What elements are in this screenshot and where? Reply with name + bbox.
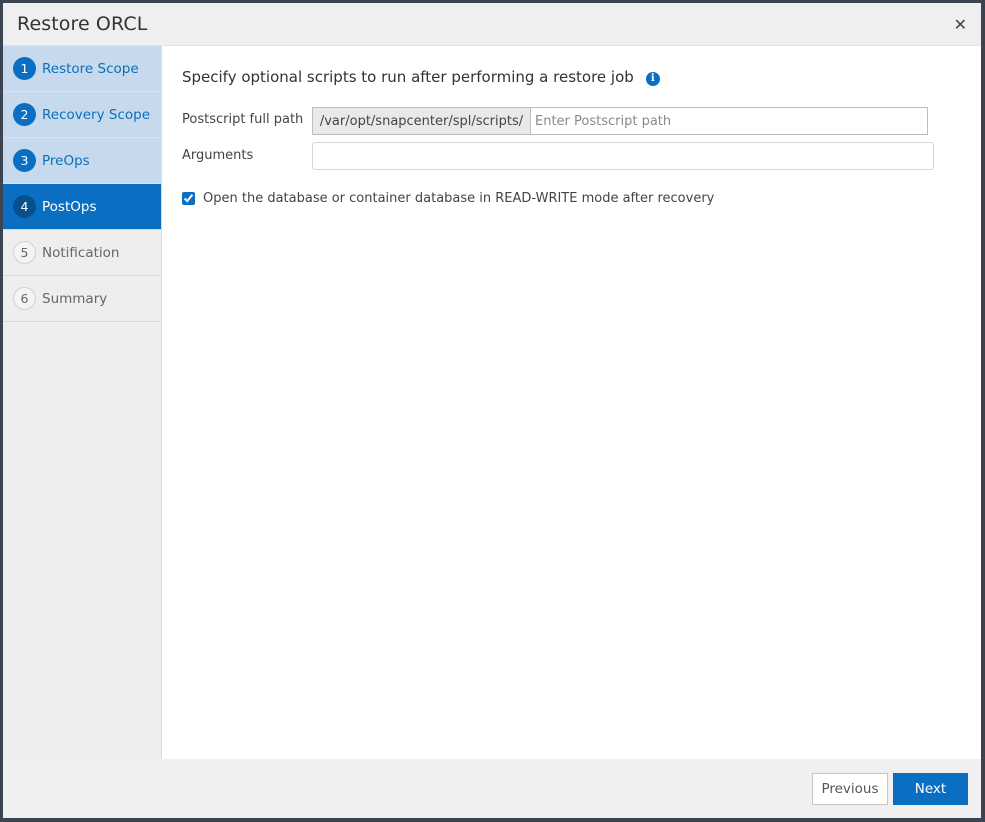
arguments-label: Arguments [182,148,254,163]
step-number-badge: 6 [13,287,36,310]
dialog-footer: Previous Next [3,759,981,818]
wizard-steps: 1 Restore Scope 2 Recovery Scope 3 PreOp… [3,46,162,759]
step-label: PostOps [42,198,97,215]
postscript-path-input[interactable] [530,107,928,135]
section-heading: Specify optional scripts to run after pe… [182,68,660,86]
step-recovery-scope[interactable]: 2 Recovery Scope [3,92,161,138]
readwrite-checkbox[interactable] [182,192,195,205]
step-summary: 6 Summary [3,276,161,322]
step-postops[interactable]: 4 PostOps [3,184,161,230]
step-label: PreOps [42,152,90,169]
step-preops[interactable]: 3 PreOps [3,138,161,184]
dialog-titlebar: Restore ORCL ✕ [3,3,981,46]
next-button[interactable]: Next [893,773,968,805]
dialog-title: Restore ORCL [17,13,148,35]
previous-button[interactable]: Previous [812,773,888,805]
postscript-path-prefix: /var/opt/snapcenter/spl/scripts/ [312,107,531,135]
close-icon[interactable]: ✕ [954,15,967,34]
step-number-badge: 5 [13,241,36,264]
step-label: Notification [42,244,120,261]
info-icon[interactable]: i [645,71,660,86]
postscript-label: Postscript full path [182,112,304,127]
arguments-input[interactable] [312,142,934,170]
step-label: Restore Scope [42,60,139,77]
section-heading-text: Specify optional scripts to run after pe… [182,68,634,86]
step-label: Summary [42,290,108,307]
step-number-badge: 2 [13,103,36,126]
step-number-badge: 1 [13,57,36,80]
postops-panel: Specify optional scripts to run after pe… [162,46,981,759]
step-number-badge: 4 [13,195,36,218]
step-label: Recovery Scope [42,106,151,123]
step-number-badge: 3 [13,149,36,172]
step-notification: 5 Notification [3,230,161,276]
step-restore-scope[interactable]: 1 Restore Scope [3,46,161,92]
restore-dialog: Restore ORCL ✕ 1 Restore Scope 2 Recover… [3,3,981,818]
readwrite-checkbox-label: Open the database or container database … [203,191,715,206]
readwrite-option[interactable]: Open the database or container database … [182,191,714,206]
